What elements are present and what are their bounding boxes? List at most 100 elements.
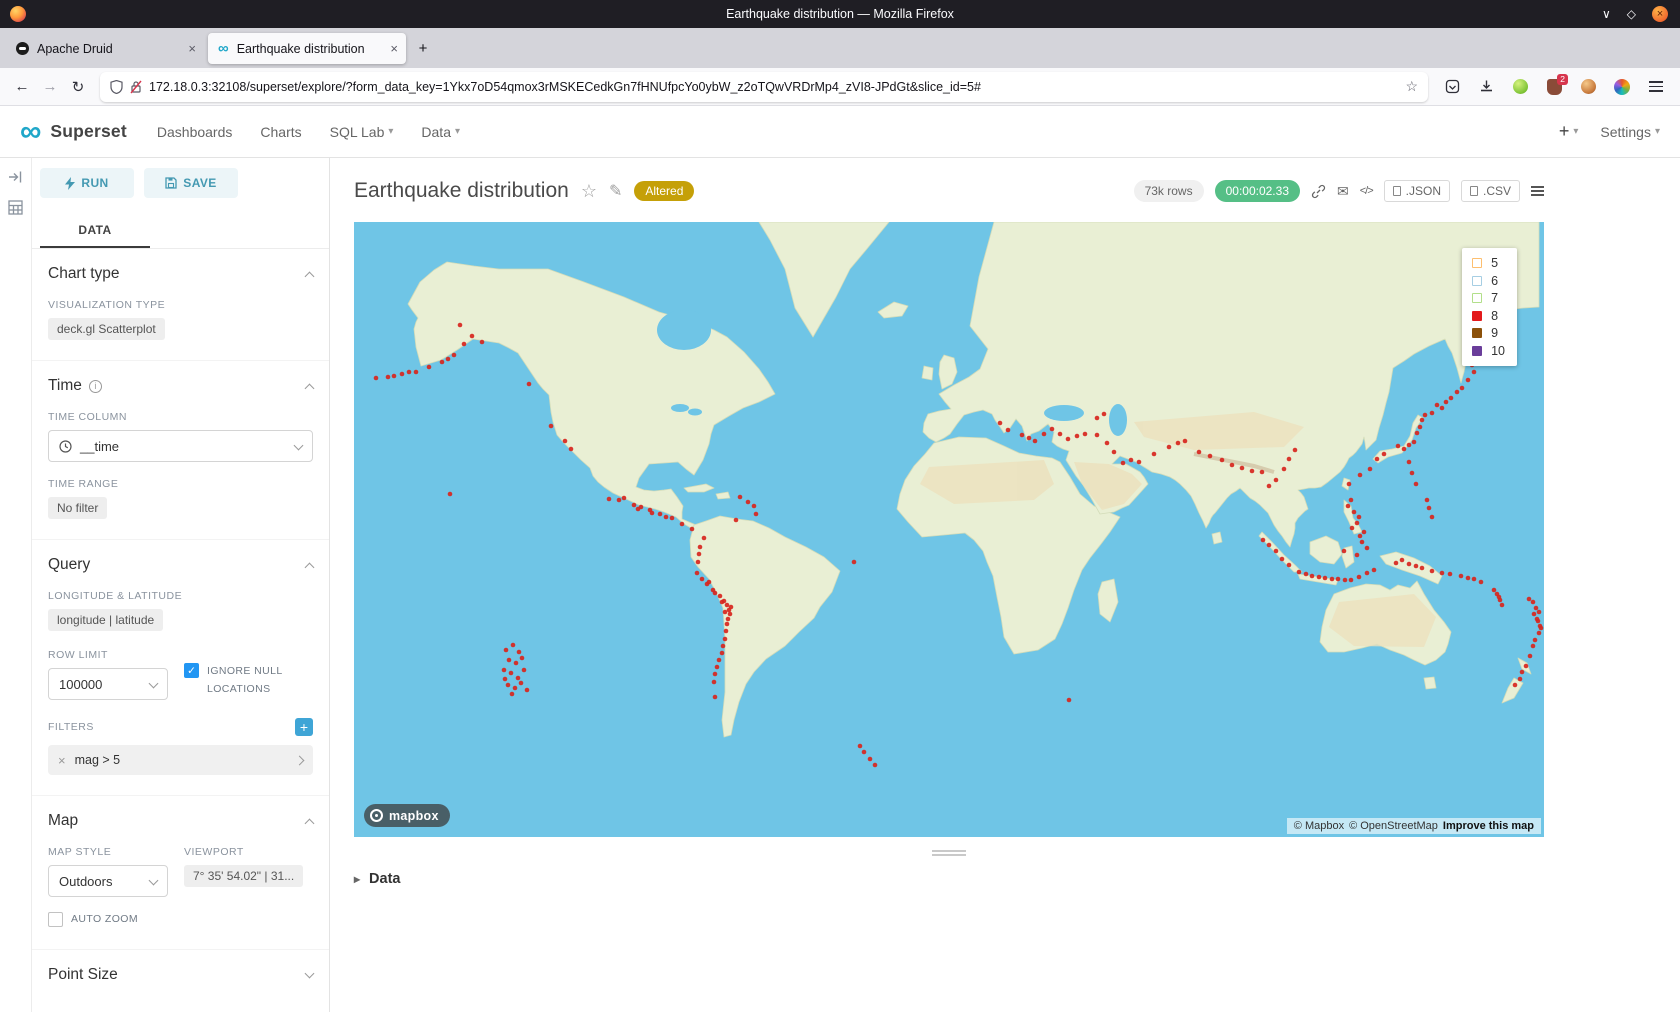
map-style-select[interactable]: Outdoors xyxy=(48,865,168,897)
time-range-chip[interactable]: No filter xyxy=(48,497,107,519)
url-bar[interactable]: 172.18.0.3:32108/superset/explore/?form_… xyxy=(100,72,1428,102)
map-attribution: © Mapbox © OpenStreetMap Improve this ma… xyxy=(1287,818,1541,834)
nav-dashboards[interactable]: Dashboards xyxy=(157,124,233,140)
share-link-icon[interactable] xyxy=(1311,184,1326,199)
extension-blocker-icon[interactable]: 2 xyxy=(1542,75,1566,99)
maximize-icon[interactable]: ◇ xyxy=(1627,7,1636,21)
query-timer-badge: 00:00:02.33 xyxy=(1215,180,1300,202)
extension-badge: 2 xyxy=(1557,74,1568,85)
panel-resize-handle[interactable] xyxy=(354,850,1544,856)
section-point-size-header[interactable]: Point Size xyxy=(48,966,313,984)
lock-insecure-icon[interactable] xyxy=(130,80,142,94)
lonlat-label: LONGITUDE & LATITUDE xyxy=(48,590,313,602)
back-button[interactable]: ← xyxy=(8,73,36,101)
ignore-null-checkbox-row[interactable]: ✓ IGNORE NULL LOCATIONS xyxy=(184,663,313,699)
section-query-header[interactable]: Query xyxy=(48,556,313,574)
section-chart-type-header[interactable]: Chart type xyxy=(48,265,313,283)
remove-filter-icon[interactable]: × xyxy=(58,753,66,768)
panel-tabs: DATA xyxy=(32,214,329,249)
chevron-down-icon xyxy=(305,969,315,979)
legend-swatch xyxy=(1472,276,1482,286)
mapbox-logo[interactable]: mapbox xyxy=(364,804,450,827)
new-tab-button[interactable]: + xyxy=(410,35,436,61)
visualization-type-label: VISUALIZATION TYPE xyxy=(48,299,313,311)
map-style-label: MAP STYLE xyxy=(48,846,168,858)
row-limit-label: ROW LIMIT xyxy=(48,649,168,661)
tab-close-icon[interactable]: × xyxy=(188,41,196,56)
legend-item[interactable]: 8 xyxy=(1472,309,1505,323)
account-avatar-icon[interactable] xyxy=(1576,75,1600,99)
chevron-up-icon xyxy=(305,562,315,572)
results-data-section[interactable]: ▸ Data xyxy=(354,871,1680,887)
tab-earthquake-distribution[interactable]: ∞ Earthquake distribution × xyxy=(208,33,406,64)
chevron-down-icon xyxy=(294,440,304,450)
tab-apache-druid[interactable]: Apache Druid × xyxy=(6,33,204,64)
bookmark-star-icon[interactable]: ☆ xyxy=(1405,78,1418,95)
export-json-button[interactable]: .JSON xyxy=(1384,180,1450,202)
edit-pencil-icon[interactable]: ✎ xyxy=(609,181,622,201)
superset-navbar: ∞ Superset Dashboards Charts SQL Lab▾ Da… xyxy=(0,106,1680,158)
section-map-header[interactable]: Map xyxy=(48,812,313,830)
legend-swatch xyxy=(1472,311,1482,321)
row-limit-select[interactable]: 100000 xyxy=(48,668,168,700)
forward-button[interactable]: → xyxy=(36,73,64,101)
time-range-label: TIME RANGE xyxy=(48,478,313,490)
downloads-icon[interactable] xyxy=(1474,75,1498,99)
altered-badge: Altered xyxy=(634,181,694,201)
filter-item[interactable]: × mag > 5 xyxy=(48,745,313,775)
chevron-down-icon: ▾ xyxy=(455,126,460,137)
tab-strip: Apache Druid × ∞ Earthquake distribution… xyxy=(0,28,1680,68)
add-filter-button[interactable]: + xyxy=(295,718,313,736)
dataset-grid-icon[interactable] xyxy=(8,200,23,215)
export-csv-button[interactable]: .CSV xyxy=(1461,180,1520,202)
map-legend[interactable]: 5 6 7 8 9 10 xyxy=(1462,248,1517,366)
legend-item[interactable]: 10 xyxy=(1472,344,1505,358)
nav-sql-lab[interactable]: SQL Lab▾ xyxy=(330,124,394,140)
nav-data[interactable]: Data▾ xyxy=(421,124,460,140)
email-icon[interactable]: ✉ xyxy=(1337,183,1349,200)
close-window-icon[interactable]: × xyxy=(1652,6,1668,22)
section-time-header[interactable]: Time i xyxy=(48,377,313,395)
legend-item[interactable]: 7 xyxy=(1472,291,1505,305)
visualization-type-chip[interactable]: deck.gl Scatterplot xyxy=(48,318,165,340)
save-page-icon[interactable] xyxy=(1440,75,1464,99)
auto-zoom-checkbox-row[interactable]: AUTO ZOOM xyxy=(48,911,313,929)
favorite-star-icon[interactable]: ☆ xyxy=(581,181,597,202)
time-column-select[interactable]: __time xyxy=(48,430,313,462)
settings-menu[interactable]: Settings▾ xyxy=(1600,124,1660,140)
chevron-up-icon xyxy=(305,383,315,393)
viewport-chip[interactable]: 7° 35' 54.02" | 31... xyxy=(184,865,303,887)
tab-data[interactable]: DATA xyxy=(40,214,150,248)
section-point-size: Point Size xyxy=(32,950,329,1004)
extension-green-icon[interactable] xyxy=(1508,75,1532,99)
legend-item[interactable]: 9 xyxy=(1472,326,1505,340)
chevron-right-icon xyxy=(295,755,305,765)
chart-menu-icon[interactable] xyxy=(1531,186,1544,196)
file-icon xyxy=(1470,186,1478,196)
chevron-up-icon xyxy=(305,818,315,828)
url-text[interactable]: 172.18.0.3:32108/superset/explore/?form_… xyxy=(149,80,1398,94)
nav-charts[interactable]: Charts xyxy=(260,124,301,140)
new-item-button[interactable]: +▾ xyxy=(1559,121,1579,142)
legend-item[interactable]: 6 xyxy=(1472,274,1505,288)
improve-map-link[interactable]: Improve this map xyxy=(1443,820,1534,832)
attribution-osm-link[interactable]: © OpenStreetMap xyxy=(1349,820,1438,832)
auto-zoom-checkbox[interactable] xyxy=(48,912,63,927)
lonlat-chip[interactable]: longitude | latitude xyxy=(48,609,163,631)
superset-logo[interactable]: ∞ Superset xyxy=(20,119,127,145)
menu-icon[interactable] xyxy=(1644,75,1668,99)
save-button[interactable]: SAVE xyxy=(144,168,238,198)
reload-button[interactable]: ↻ xyxy=(64,73,92,101)
extension-pinwheel-icon[interactable] xyxy=(1610,75,1634,99)
legend-item[interactable]: 5 xyxy=(1472,256,1505,270)
ignore-null-checkbox[interactable]: ✓ xyxy=(184,663,199,678)
attribution-mapbox-link[interactable]: © Mapbox xyxy=(1294,820,1344,832)
embed-code-icon[interactable]: </> xyxy=(1360,185,1373,197)
tab-close-icon[interactable]: × xyxy=(390,41,398,56)
auto-zoom-label: AUTO ZOOM xyxy=(71,911,138,929)
shield-icon[interactable] xyxy=(110,80,123,94)
minimize-icon[interactable]: ∨ xyxy=(1602,7,1611,21)
expand-panel-icon[interactable] xyxy=(8,170,23,184)
map-canvas[interactable]: 5 6 7 8 9 10 mapbox © Mapbox © OpenStree… xyxy=(354,222,1544,837)
run-button[interactable]: RUN xyxy=(40,168,134,198)
